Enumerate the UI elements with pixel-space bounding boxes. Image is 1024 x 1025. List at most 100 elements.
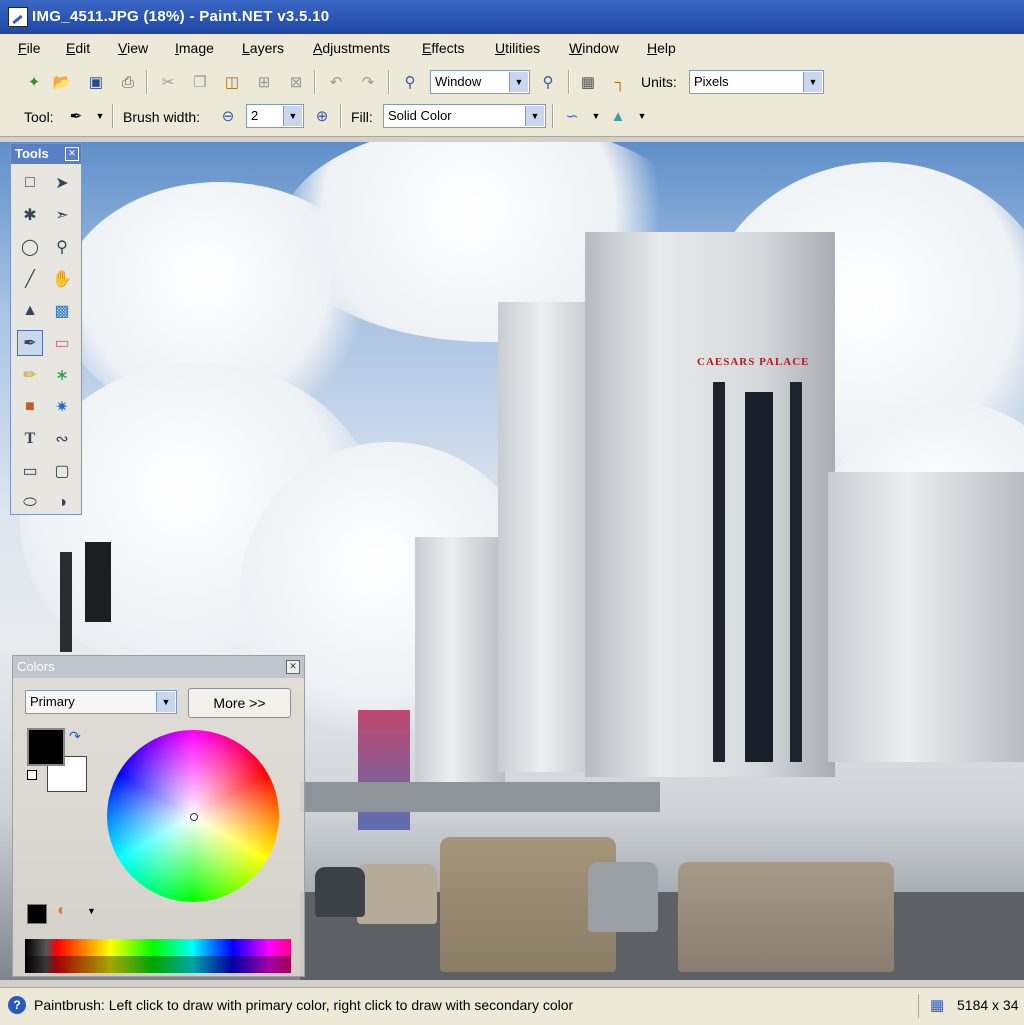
menu-layers[interactable]: Layers <box>242 40 284 56</box>
color-picker-icon[interactable]: ∗ <box>49 362 75 388</box>
chevron-down-icon[interactable]: ▼ <box>87 906 96 916</box>
reset-colors-icon[interactable] <box>27 770 37 780</box>
chevron-down-icon[interactable]: ▼ <box>88 104 112 128</box>
image-size-readout: 5184 x 34 <box>957 997 1019 1013</box>
chevron-down-icon[interactable]: ▼ <box>283 106 302 126</box>
eraser-icon[interactable]: ▭ <box>49 330 75 356</box>
pencil-icon[interactable]: ✏ <box>17 362 43 388</box>
chevron-down-icon[interactable]: ▼ <box>509 72 528 92</box>
sedan <box>678 862 894 972</box>
color-mode-value: Primary <box>30 694 75 709</box>
pan-icon[interactable]: ✋ <box>49 266 75 292</box>
magic-wand-icon[interactable]: ╱ <box>17 266 43 292</box>
chevron-down-icon[interactable]: ▼ <box>525 106 544 126</box>
zoom-in-icon[interactable]: ⚲ <box>536 70 560 94</box>
grid-icon[interactable]: ▦ <box>576 70 600 94</box>
move-selected-icon[interactable]: ➣ <box>49 202 75 228</box>
palette-menu-icon[interactable]: ◐ <box>57 902 67 920</box>
fill-value: Solid Color <box>388 108 452 123</box>
clone-stamp-icon[interactable]: ■ <box>17 394 43 420</box>
building-left-wing <box>415 537 505 797</box>
menu-view[interactable]: View <box>118 40 148 56</box>
undo-icon[interactable]: ↶ <box>324 70 348 94</box>
color-palette[interactable] <box>25 939 291 973</box>
status-hint: Paintbrush: Left click to draw with prim… <box>34 997 574 1013</box>
color-wheel-cursor[interactable] <box>190 813 198 821</box>
cut-icon[interactable]: ✂ <box>156 70 180 94</box>
traffic-light <box>60 552 72 652</box>
close-icon[interactable]: ✕ <box>286 660 300 674</box>
title-bar[interactable]: IMG_4511.JPG (18%) - Paint.NET v3.5.10 <box>0 0 1024 34</box>
menu-utilities[interactable]: Utilities <box>495 40 540 56</box>
rectangle-icon[interactable]: ▭ <box>17 458 43 484</box>
app-icon <box>8 7 28 27</box>
toolbar-separator <box>112 104 114 128</box>
crop-icon[interactable]: ⊞ <box>252 70 276 94</box>
fill-label: Fill: <box>351 109 373 125</box>
alpha-blending-icon[interactable]: ▲ <box>606 104 630 128</box>
status-bar: ? Paintbrush: Left click to draw with pr… <box>0 987 1024 1025</box>
zoom-out-icon[interactable]: ⚲ <box>398 70 422 94</box>
paint-bucket-icon[interactable]: ▲ <box>17 298 43 324</box>
ellipse-icon[interactable]: ⬭ <box>17 490 43 516</box>
menu-effects[interactable]: Effects <box>422 40 465 56</box>
brush-width-label: Brush width: <box>123 109 201 125</box>
palette-mode-icon[interactable] <box>27 904 47 924</box>
color-wheel[interactable] <box>107 730 279 902</box>
chevron-down-icon[interactable]: ▼ <box>584 104 608 128</box>
paste-icon[interactable]: ◫ <box>220 70 244 94</box>
help-icon: ? <box>8 996 26 1014</box>
menu-window[interactable]: Window <box>569 40 619 56</box>
menu-help[interactable]: Help <box>647 40 676 56</box>
gradient-icon[interactable]: ▩ <box>49 298 75 324</box>
color-mode-select[interactable]: Primary ▼ <box>25 690 177 714</box>
paintbrush-icon[interactable]: ✒ <box>64 104 88 128</box>
units-select[interactable]: Pixels ▼ <box>689 70 824 94</box>
lasso-select-icon[interactable]: ✱ <box>17 202 43 228</box>
deselect-icon[interactable]: ⊠ <box>284 70 308 94</box>
open-icon[interactable]: 📂 <box>50 70 74 94</box>
rectangle-select-icon[interactable]: □ <box>17 170 43 196</box>
close-icon[interactable]: ✕ <box>65 147 79 161</box>
tower-window-column <box>745 392 773 762</box>
chevron-down-icon[interactable]: ▼ <box>630 104 654 128</box>
chevron-down-icon[interactable]: ▼ <box>803 72 822 92</box>
swap-colors-icon[interactable]: ↷ <box>69 728 81 745</box>
chevron-down-icon[interactable]: ▼ <box>156 692 175 712</box>
caesars-palace-sign: CAESARS PALACE <box>697 356 810 368</box>
copy-icon[interactable]: ❐ <box>188 70 212 94</box>
ellipse-select-icon[interactable]: ◯ <box>17 234 43 260</box>
brush-width-select[interactable]: 2 ▼ <box>246 104 304 128</box>
tower-window-column <box>713 382 725 762</box>
toolbar-separator <box>146 70 148 94</box>
move-selection-icon[interactable]: ➤ <box>49 170 75 196</box>
decrease-width-icon[interactable]: ⊖ <box>216 104 240 128</box>
menu-edit[interactable]: Edit <box>66 40 90 56</box>
fill-select[interactable]: Solid Color ▼ <box>383 104 546 128</box>
line-curve-icon[interactable]: ∾ <box>49 426 75 452</box>
print-icon[interactable]: ⎙ <box>116 70 140 94</box>
zoom-icon[interactable]: ⚲ <box>49 234 75 260</box>
primary-color-swatch[interactable] <box>27 728 65 766</box>
building-right <box>828 472 1024 762</box>
save-icon[interactable]: ▣ <box>84 70 108 94</box>
increase-width-icon[interactable]: ⊕ <box>310 104 334 128</box>
rounded-rectangle-icon[interactable]: ▢ <box>49 458 75 484</box>
rulers-icon[interactable]: ┐ <box>608 70 632 94</box>
main-toolbar: ✦ 📂 ▣ ⎙ ✂ ❐ ◫ ⊞ ⊠ ↶ ↷ ⚲ Window ▼ ⚲ ▦ ┐ U… <box>0 64 1024 100</box>
antialiasing-icon[interactable]: ∽ <box>560 104 584 128</box>
menu-image[interactable]: Image <box>175 40 214 56</box>
new-image-icon[interactable]: ✦ <box>22 70 46 94</box>
zoom-select[interactable]: Window ▼ <box>430 70 530 94</box>
menu-file[interactable]: File <box>18 40 41 56</box>
recolor-icon[interactable]: ✷ <box>49 394 75 420</box>
brush-width-value: 2 <box>251 108 259 123</box>
paintbrush-icon[interactable]: ✒ <box>17 330 43 356</box>
more-button[interactable]: More >> <box>188 688 291 718</box>
car <box>315 867 365 917</box>
text-icon[interactable]: T <box>17 426 43 452</box>
colors-panel-title[interactable]: Colors <box>13 656 304 678</box>
redo-icon[interactable]: ↷ <box>356 70 380 94</box>
menu-adjustments[interactable]: Adjustments <box>313 40 390 56</box>
freeform-shape-icon[interactable]: ◑ <box>49 490 75 516</box>
